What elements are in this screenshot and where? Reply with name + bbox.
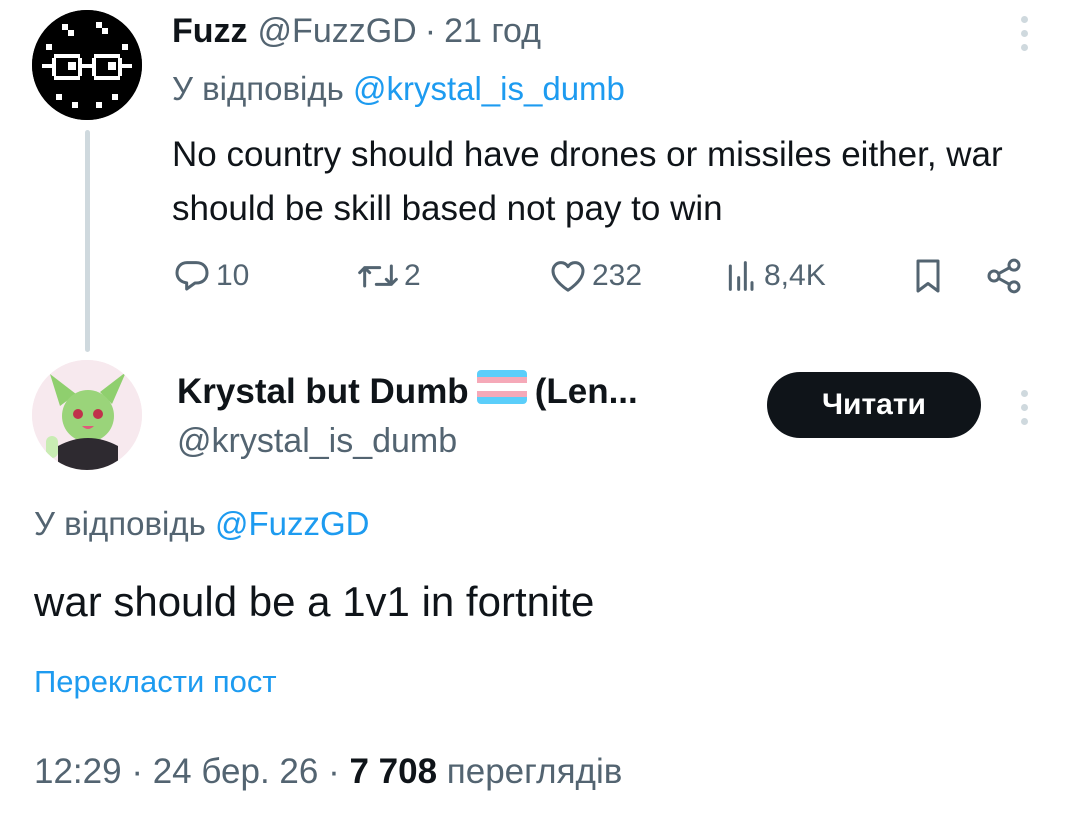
fuzz-avatar[interactable]: [32, 10, 142, 120]
tweet2-reply-context: У відповідь @FuzzGD: [34, 505, 369, 543]
tweet2-name-text: Krystal but Dumb: [177, 371, 469, 411]
reply-button[interactable]: 10: [172, 256, 249, 296]
tweet1-text: No country should have drones or missile…: [172, 135, 1003, 228]
repost-icon: [358, 264, 398, 288]
tweet2-handle[interactable]: @krystal_is_dumb: [177, 422, 457, 461]
like-icon: [551, 261, 585, 292]
tweet1-separator: ·: [424, 12, 437, 50]
like-count: 232: [592, 259, 643, 292]
reply-mention-link[interactable]: @krystal_is_dumb: [353, 70, 625, 107]
reply-icon: [175, 261, 209, 291]
share-icon: [987, 258, 1021, 294]
reply-mention-link[interactable]: @FuzzGD: [215, 505, 370, 542]
tweet1-reply-context: У відповідь @krystal_is_dumb: [172, 70, 625, 108]
tweet2-meta: 12:29 · 24 бер. 26 · 7 708 переглядів: [34, 752, 622, 792]
views-button[interactable]: 8,4K: [724, 256, 826, 296]
bookmark-button[interactable]: [910, 256, 946, 296]
bookmark-icon: [916, 259, 940, 293]
meta-separator: ·: [131, 752, 143, 791]
post-views-count: 7 708: [349, 752, 438, 791]
repost-button[interactable]: 2: [356, 256, 421, 296]
tweet1-display-name[interactable]: Fuzz: [172, 12, 248, 51]
repost-count: 2: [404, 259, 421, 292]
post-date[interactable]: 24 бер. 26: [153, 752, 319, 791]
tweet1-header: Fuzz @FuzzGD · 21 год: [172, 12, 541, 51]
thread-connector-line: [85, 130, 90, 352]
follow-button[interactable]: Читати: [767, 372, 981, 438]
tweet2-display-name[interactable]: Krystal but Dumb (Len...: [177, 370, 638, 413]
like-button[interactable]: 232: [548, 256, 642, 296]
translate-post-link[interactable]: Перекласти пост: [34, 664, 277, 700]
tweet1-more-icon[interactable]: [1018, 16, 1030, 51]
views-icon: [728, 261, 754, 291]
post-views-label: переглядів: [446, 752, 623, 791]
post-time[interactable]: 12:29: [34, 752, 122, 791]
tweet1-action-bar: 10 2 232 8,4K: [172, 256, 1032, 300]
reply-prefix: У відповідь: [172, 70, 344, 107]
tweet1-handle[interactable]: @FuzzGD: [258, 12, 417, 51]
tweet1-time[interactable]: 21 год: [444, 12, 541, 51]
trans-flag-icon: [476, 370, 527, 413]
meta-separator: ·: [328, 752, 340, 791]
krystal-avatar[interactable]: [32, 360, 142, 470]
tweet2-more-icon[interactable]: [1018, 390, 1030, 425]
views-count: 8,4K: [764, 259, 826, 292]
share-button[interactable]: [984, 256, 1024, 296]
tweet2-text: war should be a 1v1 in fortnite: [34, 578, 595, 625]
tweet2-name-suffix: (Len...: [534, 371, 638, 411]
reply-count: 10: [216, 259, 250, 292]
reply-prefix: У відповідь: [34, 505, 206, 542]
